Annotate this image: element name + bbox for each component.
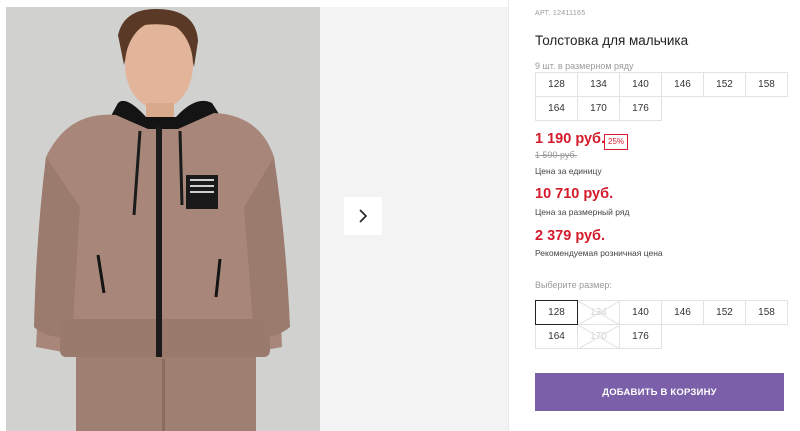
size-range-label: 9 шт. в размерном ряду bbox=[535, 61, 634, 71]
size-option[interactable]: 158 bbox=[745, 300, 788, 325]
crossed-out-mark-icon bbox=[578, 325, 620, 349]
discount-badge: 25% bbox=[604, 134, 629, 150]
size-option[interactable]: 140 bbox=[619, 300, 662, 325]
panel-divider bbox=[508, 0, 509, 431]
size-option[interactable]: 152 bbox=[703, 300, 746, 325]
next-image-button[interactable] bbox=[344, 197, 382, 235]
range-size-cell: 140 bbox=[619, 72, 662, 97]
retail-price: 2 379 руб. bbox=[535, 228, 606, 244]
size-range-grid: 128 134 140 146 152 158 164 170 176 bbox=[535, 72, 788, 121]
product-gallery bbox=[0, 0, 508, 431]
range-size-cell: 170 bbox=[577, 96, 620, 121]
size-option[interactable]: 176 bbox=[619, 324, 662, 349]
size-option[interactable]: 164 bbox=[535, 324, 578, 349]
boy-in-hoodie-image bbox=[6, 7, 320, 431]
range-price-caption: Цена за размерный ряд bbox=[535, 207, 630, 217]
product-sku: АРТ. 12411165 bbox=[535, 10, 586, 17]
size-option-selected[interactable]: 128 bbox=[535, 300, 578, 325]
range-size-cell: 146 bbox=[661, 72, 704, 97]
size-option-unavailable: 170 bbox=[577, 324, 620, 349]
range-size-cell: 128 bbox=[535, 72, 578, 97]
range-size-cell: 152 bbox=[703, 72, 746, 97]
old-price: 1 590 руб. bbox=[535, 150, 578, 160]
size-picker: 128 134 140 146 152 158 164 170 176 bbox=[535, 300, 788, 349]
product-title: Толстовка для мальчика bbox=[535, 33, 689, 48]
size-picker-label: Выберите размер: bbox=[535, 280, 612, 290]
range-price: 10 710 руб. bbox=[535, 186, 614, 202]
retail-price-caption: Рекомендуемая розничная цена bbox=[535, 248, 663, 258]
crossed-out-mark-icon bbox=[578, 301, 620, 325]
range-size-cell: 158 bbox=[745, 72, 788, 97]
chevron-right-icon bbox=[359, 209, 368, 223]
unit-price: 1 190 руб. bbox=[535, 131, 606, 147]
size-option[interactable]: 146 bbox=[661, 300, 704, 325]
add-to-cart-button[interactable]: ДОБАВИТЬ В КОРЗИНУ bbox=[535, 373, 784, 411]
product-photo[interactable] bbox=[6, 7, 320, 431]
range-size-cell: 134 bbox=[577, 72, 620, 97]
size-option-unavailable: 134 bbox=[577, 300, 620, 325]
range-size-cell: 164 bbox=[535, 96, 578, 121]
range-size-cell: 176 bbox=[619, 96, 662, 121]
unit-price-caption: Цена за единицу bbox=[535, 166, 602, 176]
